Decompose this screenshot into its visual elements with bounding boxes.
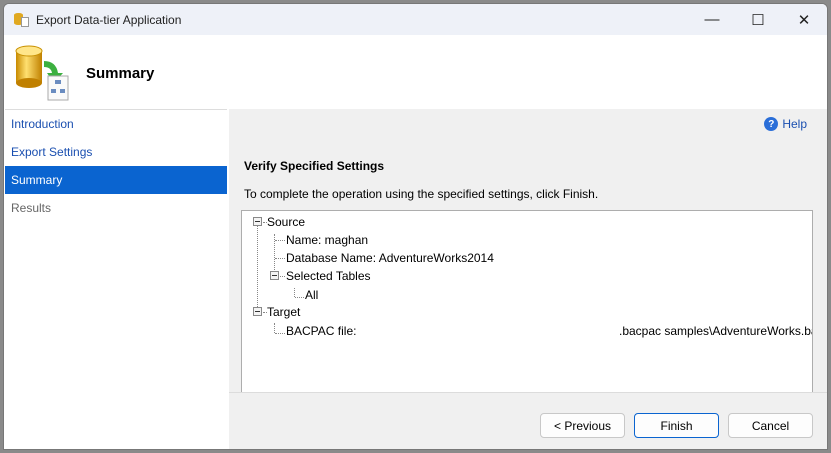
tree-node-all[interactable]: All — [305, 288, 318, 302]
main-panel: ? Help Verify Specified Settings To comp… — [229, 109, 827, 449]
collapse-icon[interactable] — [253, 217, 262, 226]
divider — [229, 392, 827, 393]
maximize-icon: ☐ — [751, 11, 765, 29]
previous-button[interactable]: < Previous — [540, 413, 625, 438]
window-title: Export Data-tier Application — [36, 12, 182, 27]
tree-node-database[interactable]: Database Name: AdventureWorks2014 — [286, 251, 494, 265]
page-title: Summary — [86, 65, 155, 82]
help-link[interactable]: ? Help — [764, 117, 807, 131]
help-icon: ? — [764, 117, 779, 131]
database-export-icon — [15, 45, 69, 101]
section-heading: Verify Specified Settings — [244, 159, 385, 173]
wizard-nav: Introduction Export Settings Summary Res… — [5, 109, 227, 449]
settings-tree[interactable]: Source Name: maghan Database Name: Adven… — [241, 210, 813, 392]
close-button[interactable]: ✕ — [781, 4, 827, 35]
header: Summary — [4, 35, 827, 108]
nav-item-introduction[interactable]: Introduction — [5, 110, 227, 138]
tree-node-selected-tables[interactable]: Selected Tables — [286, 269, 371, 283]
bacpac-file-path: .bacpac samples\AdventureWorks.ba — [619, 324, 813, 338]
maximize-button[interactable]: ☐ — [735, 4, 781, 35]
instruction-text: To complete the operation using the spec… — [244, 187, 599, 201]
minimize-icon: — — [704, 11, 720, 28]
tree-node-target[interactable]: Target — [267, 305, 300, 319]
collapse-icon[interactable] — [253, 307, 262, 316]
minimize-button[interactable]: — — [689, 4, 735, 35]
title-bar: Export Data-tier Application — ☐ ✕ — [4, 4, 827, 35]
tree-node-source[interactable]: Source — [267, 215, 305, 229]
help-label: Help — [782, 117, 807, 131]
close-icon: ✕ — [797, 11, 811, 29]
tree-node-bacpac-file[interactable]: BACPAC file: — [286, 324, 356, 338]
collapse-icon[interactable] — [270, 271, 279, 280]
tree-node-name[interactable]: Name: maghan — [286, 233, 368, 247]
app-icon — [14, 12, 30, 28]
finish-button[interactable]: Finish — [634, 413, 719, 438]
export-dialog: Export Data-tier Application — ☐ ✕ Summa… — [3, 3, 828, 450]
nav-item-export-settings[interactable]: Export Settings — [5, 138, 227, 166]
nav-item-summary[interactable]: Summary — [5, 166, 227, 194]
nav-item-results: Results — [11, 201, 52, 215]
cancel-button[interactable]: Cancel — [728, 413, 813, 438]
